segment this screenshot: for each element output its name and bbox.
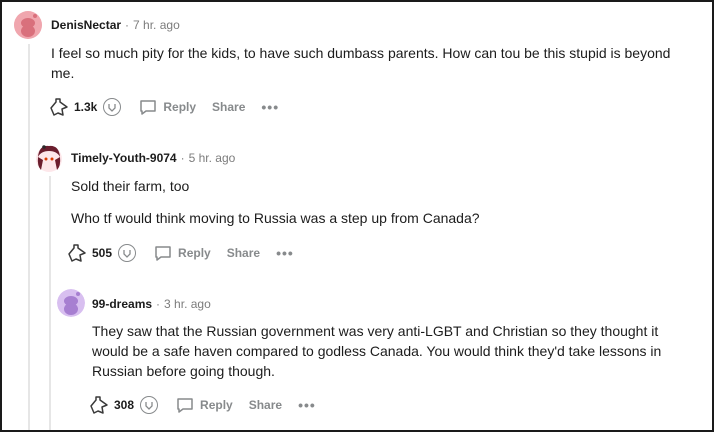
comment-thread: DenisNectar · 7 hr. ago I feel so much pit…: [0, 0, 714, 432]
vote-count: 308: [114, 398, 135, 412]
more-options-button[interactable]: •••: [298, 397, 316, 413]
upvote-icon: [90, 396, 108, 414]
reply-label: Reply: [200, 398, 233, 412]
share-label: Share: [248, 398, 283, 412]
author-name[interactable]: 99-dreams: [92, 297, 152, 311]
comment-paragraph: They saw that the Russian government was…: [92, 323, 662, 379]
avatar[interactable]: [57, 289, 85, 317]
snoo-avatar-icon: [57, 289, 85, 317]
downvote-icon: [145, 402, 153, 410]
meta-separator: ·: [156, 297, 161, 311]
comment-bubble-icon: [177, 398, 193, 413]
comment-meta: 99-dreams · 3 hr. ago: [92, 297, 211, 311]
share-button[interactable]: Share: [249, 398, 282, 412]
reply-button[interactable]: Reply: [176, 396, 233, 414]
downvote-button[interactable]: [140, 396, 159, 414]
upvote-button[interactable]: 308: [88, 394, 140, 416]
timestamp[interactable]: 3 hr. ago: [164, 297, 211, 311]
comment-actions: 308 Reply Share •••: [88, 393, 316, 417]
comment-body: They saw that the Russian government was…: [92, 321, 697, 381]
comment: 99-dreams · 3 hr. ago They saw that the Ru…: [2, 2, 712, 430]
more-options-icon: •••: [298, 397, 316, 413]
